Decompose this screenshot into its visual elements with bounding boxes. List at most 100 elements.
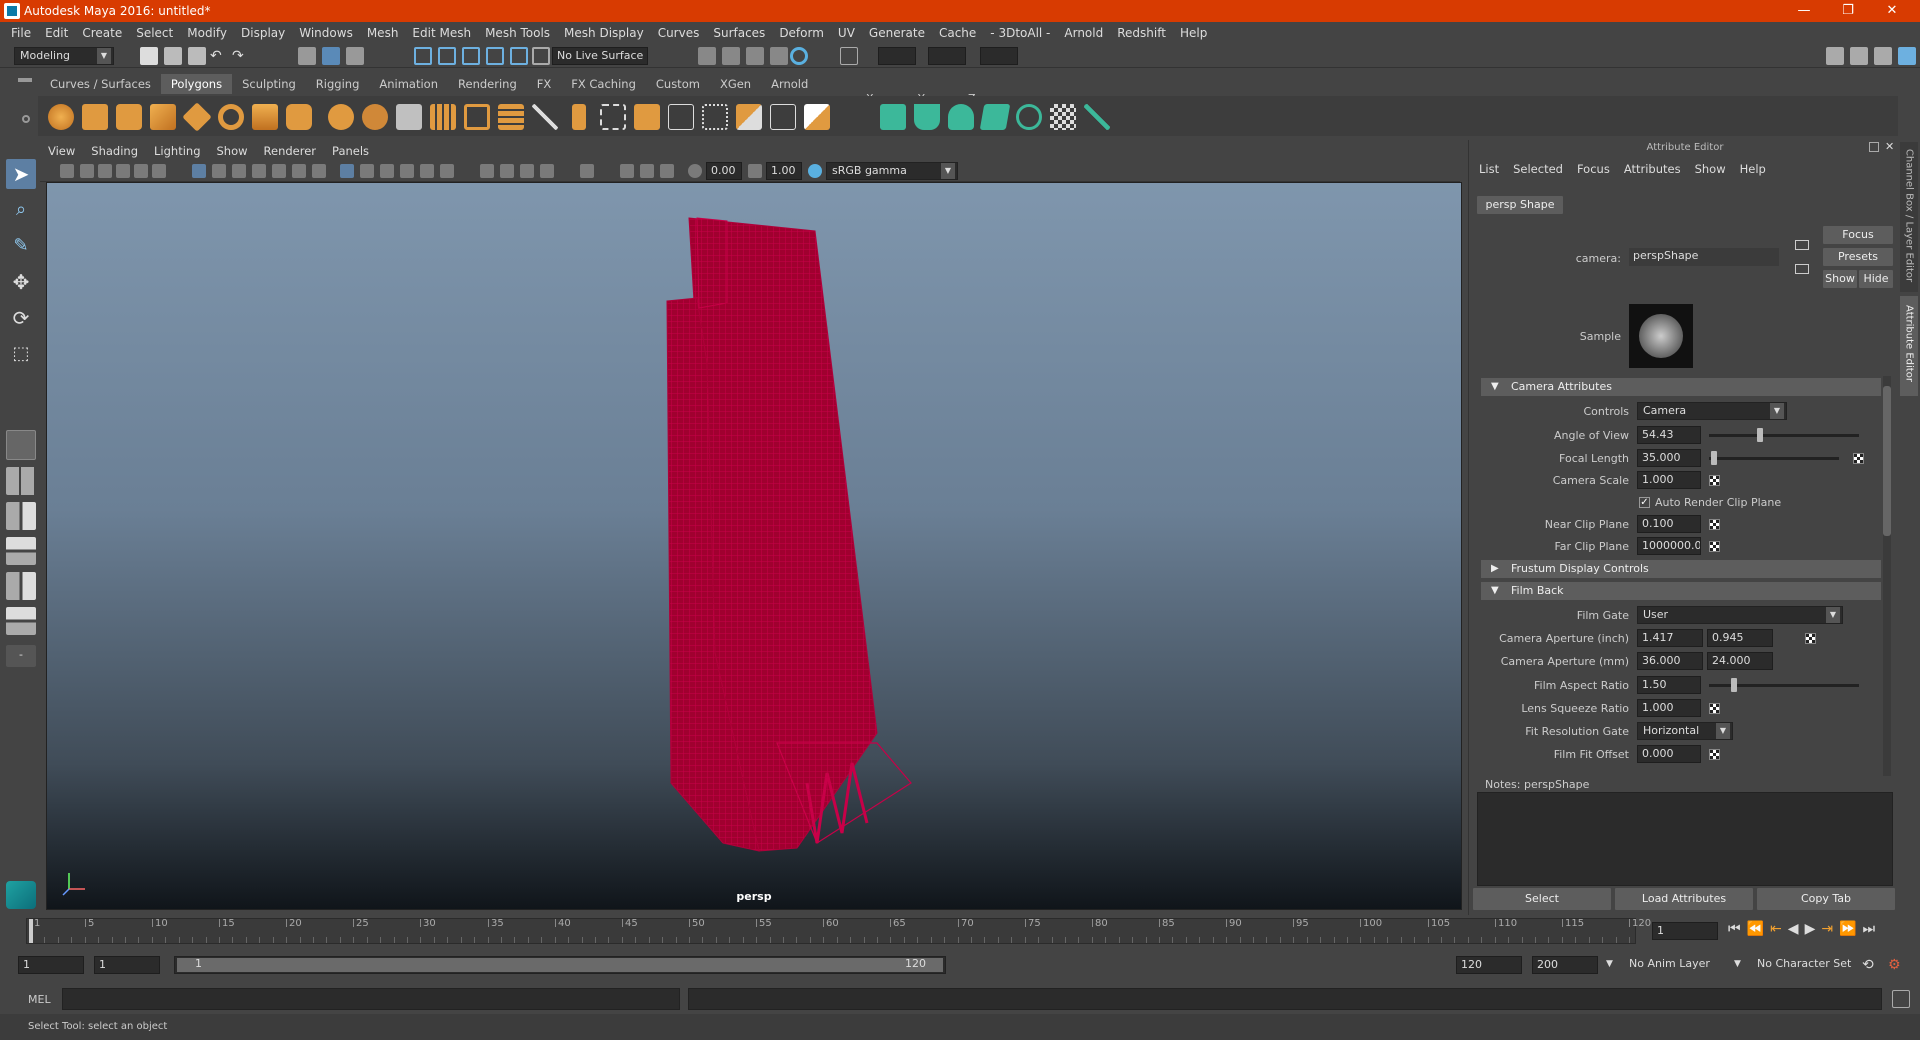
menu-curves[interactable]: Curves (651, 26, 707, 40)
animation-preferences-icon[interactable]: ⚙ (1888, 956, 1906, 974)
select-object-icon[interactable] (322, 47, 340, 65)
color-space-dropdown[interactable]: sRGB gamma ▼ (826, 162, 958, 180)
menu-redshift[interactable]: Redshift (1110, 26, 1173, 40)
snap-grid-icon[interactable] (414, 47, 432, 65)
film-fit-offset-map-icon[interactable] (1709, 749, 1720, 760)
menu-edit-mesh[interactable]: Edit Mesh (405, 26, 478, 40)
menu-help[interactable]: Help (1173, 26, 1214, 40)
focus-output-icon[interactable] (1795, 264, 1809, 274)
y-field[interactable] (928, 47, 966, 65)
panel-menu-shading[interactable]: Shading (83, 144, 146, 158)
show-button[interactable]: Show (1823, 270, 1857, 288)
menu-uv[interactable]: UV (831, 26, 862, 40)
poly-torus-icon[interactable] (218, 104, 244, 130)
gamma-field[interactable]: 1.00 (766, 162, 802, 180)
shelf-tab-custom[interactable]: Custom (646, 74, 710, 94)
wireframe-icon[interactable] (340, 164, 354, 178)
panel-menu-panels[interactable]: Panels (324, 144, 377, 158)
bridge-icon[interactable] (498, 104, 524, 130)
aperture-inch-width-field[interactable]: 1.417 (1637, 629, 1703, 647)
render-frame-icon[interactable] (722, 47, 740, 65)
aperture-inch-map-icon[interactable] (1805, 633, 1816, 644)
film-fit-offset-field[interactable]: 0.000 (1637, 745, 1701, 763)
far-clip-field[interactable]: 1000000.000 (1637, 537, 1701, 555)
ae-menu-selected[interactable]: Selected (1513, 162, 1563, 176)
single-perspective-layout-icon[interactable] (6, 430, 36, 460)
make-live-icon[interactable] (532, 47, 550, 65)
tower-mesh[interactable] (666, 217, 912, 852)
2d-pan-zoom-icon[interactable] (134, 164, 148, 178)
animation-end-field[interactable]: 200 (1532, 956, 1598, 974)
resolution-gate-icon[interactable] (232, 164, 246, 178)
redo-icon[interactable]: ↷ (232, 47, 250, 65)
bevel-icon[interactable] (572, 104, 586, 130)
time-slider[interactable]: 1 5 10 15 20 25 30 35 40 45 50 55 60 65 70 75 80 85 90 95 10… (26, 918, 1651, 944)
restore-button[interactable]: ❐ (1828, 0, 1868, 22)
wireframe-on-shaded-icon[interactable] (380, 164, 394, 178)
menu-edit[interactable]: Edit (38, 26, 75, 40)
checker-map-icon[interactable] (1050, 104, 1076, 130)
playhead[interactable] (29, 919, 33, 943)
presets-button[interactable]: Presets (1823, 248, 1893, 266)
menu-deform[interactable]: Deform (772, 26, 831, 40)
z-field[interactable] (980, 47, 1018, 65)
use-all-lights-icon[interactable] (420, 164, 434, 178)
menu-arnold[interactable]: Arnold (1057, 26, 1110, 40)
menu-mesh-tools[interactable]: Mesh Tools (478, 26, 557, 40)
safe-action-icon[interactable] (292, 164, 306, 178)
xray-icon[interactable] (620, 164, 634, 178)
menu-windows[interactable]: Windows (292, 26, 360, 40)
menu-create[interactable]: Create (75, 26, 129, 40)
rotate-tool-icon[interactable]: ⟳ (6, 303, 36, 333)
attribute-scrollbar[interactable] (1883, 376, 1891, 776)
color-management-icon[interactable] (808, 164, 822, 178)
xray-joints-icon[interactable] (640, 164, 654, 178)
x-field[interactable] (878, 47, 916, 65)
cylindrical-map-icon[interactable] (914, 104, 940, 130)
move-tool-icon[interactable]: ✥ (6, 267, 36, 297)
ae-menu-focus[interactable]: Focus (1577, 162, 1610, 176)
channel-box-side-tab[interactable]: Channel Box / Layer Editor (1900, 142, 1918, 292)
snap-view-icon[interactable] (486, 47, 504, 65)
shelf-tab-polygons[interactable]: Polygons (160, 74, 233, 94)
controls-dropdown[interactable]: Camera ▼ (1637, 402, 1787, 420)
automatic-map-icon[interactable] (979, 104, 1011, 130)
far-clip-map-icon[interactable] (1709, 541, 1720, 552)
near-clip-map-icon[interactable] (1709, 519, 1720, 530)
cut-uv-icon[interactable] (1084, 104, 1110, 130)
exposure-field[interactable]: 0.00 (706, 162, 742, 180)
target-weld-icon[interactable] (702, 104, 728, 130)
range-slider[interactable]: 1 120 (174, 956, 946, 974)
screen-space-ao-icon[interactable] (480, 164, 494, 178)
lasso-tool-icon[interactable]: ⌕ (6, 195, 36, 225)
shelf-tab-curves-surfaces[interactable]: Curves / Surfaces (40, 74, 161, 94)
poly-cone-icon[interactable] (150, 104, 176, 130)
shelf-tab-rendering[interactable]: Rendering (448, 74, 527, 94)
open-scene-icon[interactable] (164, 47, 182, 65)
planar-map-icon[interactable] (880, 104, 906, 130)
focal-length-field[interactable]: 35.000 (1637, 449, 1701, 467)
playback-start-field[interactable]: 1 (94, 956, 160, 974)
append-polygon-icon[interactable] (634, 104, 660, 130)
slider-knob[interactable] (1757, 428, 1763, 442)
animation-start-field[interactable]: 1 (18, 956, 84, 974)
lens-squeeze-map-icon[interactable] (1709, 703, 1720, 714)
poly-plane-icon[interactable] (182, 102, 212, 132)
render-settings-icon[interactable] (698, 47, 716, 65)
multi-cut-icon[interactable] (532, 104, 558, 130)
shelf-tab-sculpting[interactable]: Sculpting (232, 74, 306, 94)
shadows-icon[interactable] (440, 164, 454, 178)
combine-icon[interactable] (328, 104, 354, 130)
textured-icon[interactable] (400, 164, 414, 178)
film-aspect-slider[interactable] (1709, 678, 1859, 692)
separate-icon[interactable] (362, 104, 388, 130)
focus-button[interactable]: Focus (1823, 226, 1893, 244)
section-film-back[interactable]: ▼ Film Back (1481, 582, 1881, 600)
shelf-menu-icon[interactable] (18, 78, 32, 82)
mirror-icon[interactable] (736, 104, 762, 130)
ae-menu-list[interactable]: List (1479, 162, 1499, 176)
close-panel-icon[interactable]: ✕ (1885, 140, 1894, 153)
smooth-shade-icon[interactable] (360, 164, 374, 178)
panel-menu-renderer[interactable]: Renderer (256, 144, 325, 158)
camera-attributes-icon[interactable] (80, 164, 94, 178)
